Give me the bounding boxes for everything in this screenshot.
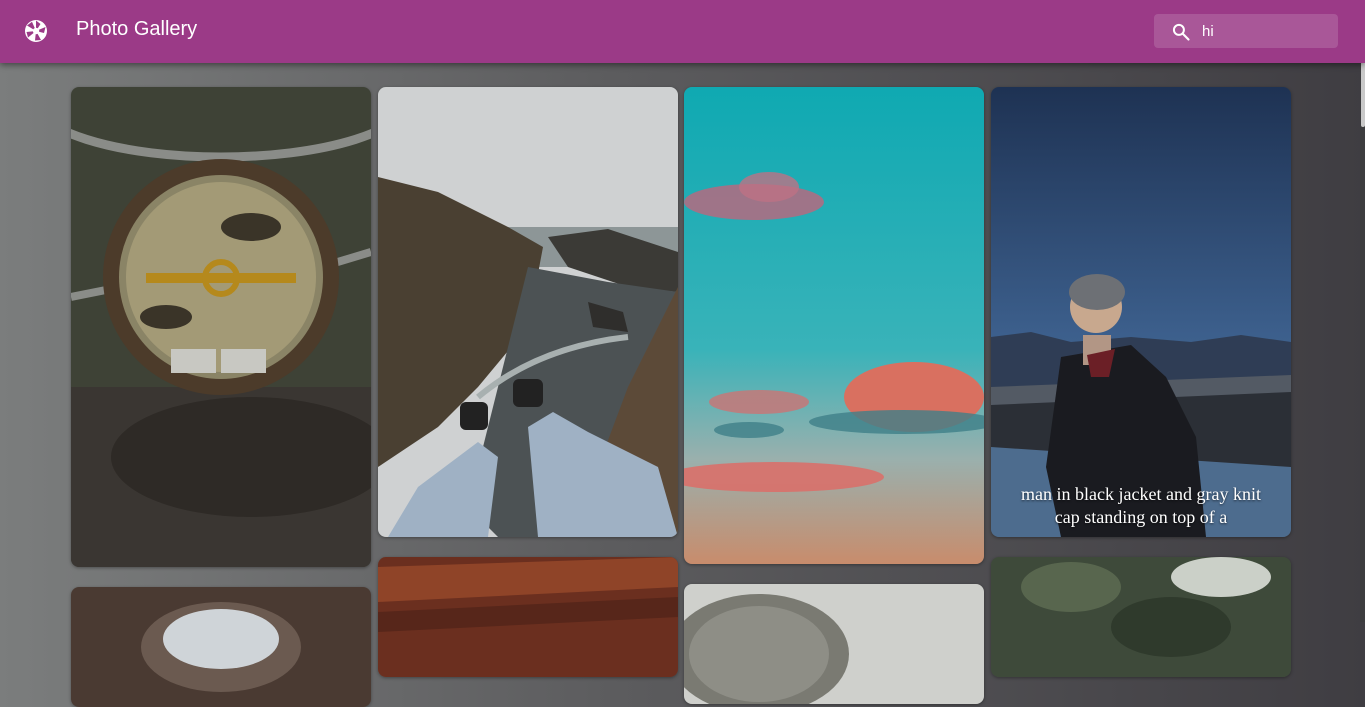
app-bar: Photo Gallery [0, 0, 1365, 63]
photo-image [71, 87, 371, 567]
camera-aperture-icon[interactable] [24, 19, 48, 43]
search-box[interactable] [1154, 14, 1338, 48]
scrollbar[interactable] [1360, 0, 1365, 622]
photo-card[interactable] [71, 87, 371, 567]
photo-image [378, 87, 678, 537]
photo-card[interactable] [378, 87, 678, 537]
photo-image [991, 87, 1291, 537]
photo-image [684, 87, 984, 564]
photo-card[interactable] [71, 587, 371, 707]
photo-card[interactable]: man in black jacket and gray knit cap st… [991, 87, 1291, 537]
search-input[interactable] [1202, 14, 1332, 48]
photo-card[interactable] [378, 557, 678, 677]
photo-caption: man in black jacket and gray knit cap st… [1021, 484, 1261, 527]
photo-image [378, 557, 678, 677]
photo-image [991, 557, 1291, 677]
app-title: Photo Gallery [76, 18, 198, 40]
photo-card[interactable] [991, 557, 1291, 677]
photo-image [684, 584, 984, 704]
photo-image [71, 587, 371, 707]
search-icon[interactable] [1171, 22, 1191, 42]
photo-card[interactable] [684, 584, 984, 704]
photo-card[interactable] [684, 87, 984, 564]
